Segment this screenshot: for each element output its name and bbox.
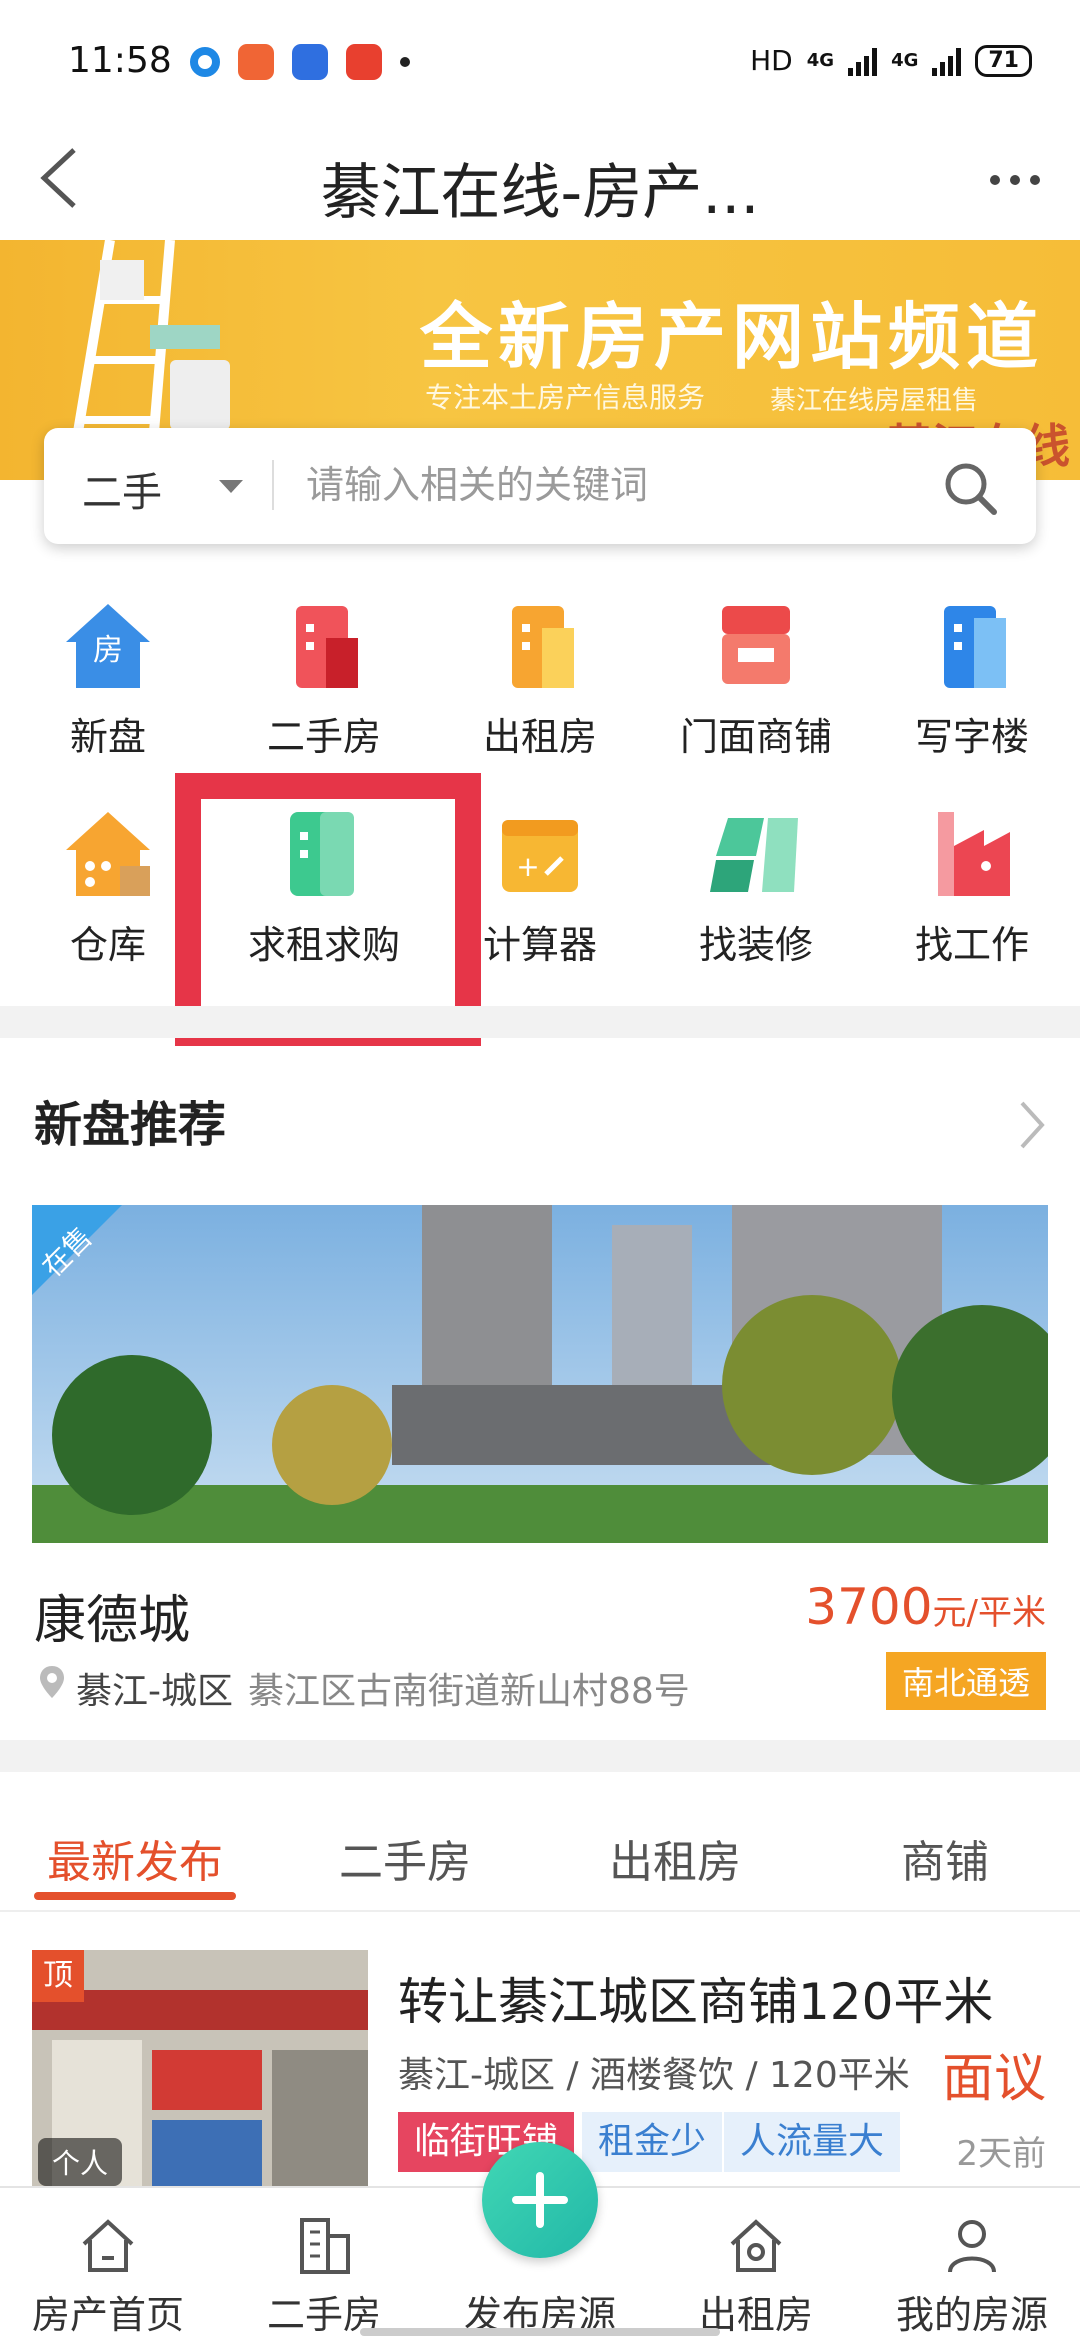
calculator-icon: +	[502, 820, 578, 892]
location-pin-icon	[40, 1666, 64, 1698]
notification-icons	[190, 44, 410, 80]
nav-item-home[interactable]: 房产首页	[0, 2214, 216, 2339]
banner-subline: 专注本土房产信息服务	[425, 381, 706, 414]
more-notifications-icon	[400, 57, 410, 67]
category-office[interactable]: 写字楼	[864, 598, 1080, 761]
chevron-down-icon[interactable]	[219, 480, 243, 493]
category-label: 写字楼	[914, 715, 1029, 759]
svg-text:+: +	[516, 850, 539, 883]
property-tag: 南北通透	[885, 1652, 1046, 1710]
network-type-1: 4G	[806, 50, 835, 71]
new-house-icon: 房	[66, 604, 150, 688]
tab-latest[interactable]: 最新发布	[0, 1826, 270, 1890]
property-price: 3700元/平米	[805, 1578, 1046, 1636]
search-bar: 二手	[44, 428, 1036, 544]
divider	[272, 460, 274, 510]
chevron-right-icon[interactable]	[1010, 1095, 1050, 1155]
category-label: 找装修	[698, 923, 813, 967]
shop-icon	[722, 606, 790, 684]
search-input[interactable]	[306, 450, 926, 520]
search-icon[interactable]	[940, 458, 1000, 518]
top-badge: 顶	[32, 1950, 84, 2002]
listing-tag: 租金少	[582, 2112, 723, 2172]
publish-button[interactable]	[482, 2142, 598, 2258]
notification-app-icon	[238, 44, 274, 80]
section-title-recommend: 新盘推荐	[34, 1097, 227, 1153]
tab-border	[0, 1910, 1080, 1912]
price-unit: 元/平米	[932, 1593, 1046, 1633]
property-address: 綦江区古南街道新山村88号	[248, 1671, 690, 1712]
signal-icon	[848, 46, 878, 76]
notification-app-icon	[346, 44, 382, 80]
svg-text:房: 房	[93, 633, 123, 668]
hd-indicator: HD	[750, 44, 793, 77]
nav-label: 我的房源	[895, 2293, 1048, 2337]
nav-bar: 綦江在线-房产...	[0, 120, 1080, 240]
signal-icon	[932, 46, 962, 76]
rental-house-icon	[512, 606, 574, 688]
category-label: 二手房	[266, 715, 381, 759]
category-label: 门面商铺	[679, 715, 832, 759]
home-indicator	[360, 2328, 720, 2336]
category-label: 出租房	[482, 715, 597, 759]
category-label: 找工作	[914, 923, 1029, 967]
category-decoration[interactable]: 找装修	[648, 806, 864, 969]
nav-item-rental[interactable]: 出租房	[648, 2214, 864, 2339]
status-bar: 11:58 HD 4G 4G 71	[0, 0, 1080, 130]
building-icon	[300, 2218, 350, 2274]
rent-house-icon	[730, 2219, 782, 2272]
tab-rental[interactable]: 出租房	[540, 1826, 810, 1890]
back-icon[interactable]	[28, 138, 98, 218]
category-label: 新盘	[69, 715, 146, 759]
second-hand-house-icon	[296, 606, 358, 688]
tab-second-hand[interactable]: 二手房	[270, 1826, 540, 1890]
warehouse-icon	[66, 812, 150, 896]
nav-label: 房产首页	[31, 2293, 184, 2337]
listing-time: 2天前	[956, 2134, 1046, 2174]
job-icon	[938, 812, 1010, 896]
section-divider	[0, 1006, 1080, 1038]
nav-item-my-listings[interactable]: 我的房源	[864, 2214, 1080, 2339]
banner-headline: 全新房产网站频道	[420, 295, 1045, 379]
section-divider	[0, 1740, 1080, 1772]
listing-price: 面议	[941, 2049, 1046, 2109]
battery-icon: 71	[975, 44, 1032, 77]
notification-app-icon	[190, 47, 220, 77]
status-right: HD 4G 4G 71	[750, 44, 1032, 77]
owner-badge: 个人	[38, 2138, 123, 2186]
listing-title[interactable]: 转让綦江城区商铺120平米	[398, 1962, 993, 2034]
category-new-house[interactable]: 房 新盘	[0, 598, 216, 761]
price-number: 3700	[805, 1578, 933, 1636]
property-photo	[32, 1205, 1048, 1543]
plus-icon	[536, 2172, 544, 2228]
search-type-select[interactable]: 二手	[82, 460, 162, 518]
listing-meta: 綦江-城区 / 酒楼餐饮 / 120平米	[398, 2055, 910, 2096]
category-job[interactable]: 找工作	[864, 806, 1080, 969]
nav-item-second-hand[interactable]: 二手房	[216, 2214, 432, 2339]
decoration-icon	[710, 818, 798, 892]
status-time: 11:58	[68, 40, 172, 81]
user-icon	[948, 2220, 996, 2273]
office-building-icon	[944, 606, 1006, 688]
property-image[interactable]: 在售	[32, 1205, 1048, 1543]
home-icon	[82, 2219, 134, 2272]
property-area: 綦江-城区	[76, 1671, 233, 1712]
network-type-2: 4G	[891, 50, 919, 71]
listing-tag: 人流量大	[724, 2112, 901, 2172]
property-name[interactable]: 康德城	[34, 1578, 190, 1653]
page-title: 綦江在线-房产...	[320, 158, 760, 228]
category-shop[interactable]: 门面商铺	[648, 598, 864, 761]
category-rental[interactable]: 出租房	[432, 598, 648, 761]
category-second-hand[interactable]: 二手房	[216, 598, 432, 761]
notification-app-icon	[292, 44, 328, 80]
more-icon[interactable]	[980, 160, 1050, 200]
tab-shop[interactable]: 商铺	[810, 1826, 1080, 1890]
active-tab-indicator	[34, 1892, 236, 1900]
